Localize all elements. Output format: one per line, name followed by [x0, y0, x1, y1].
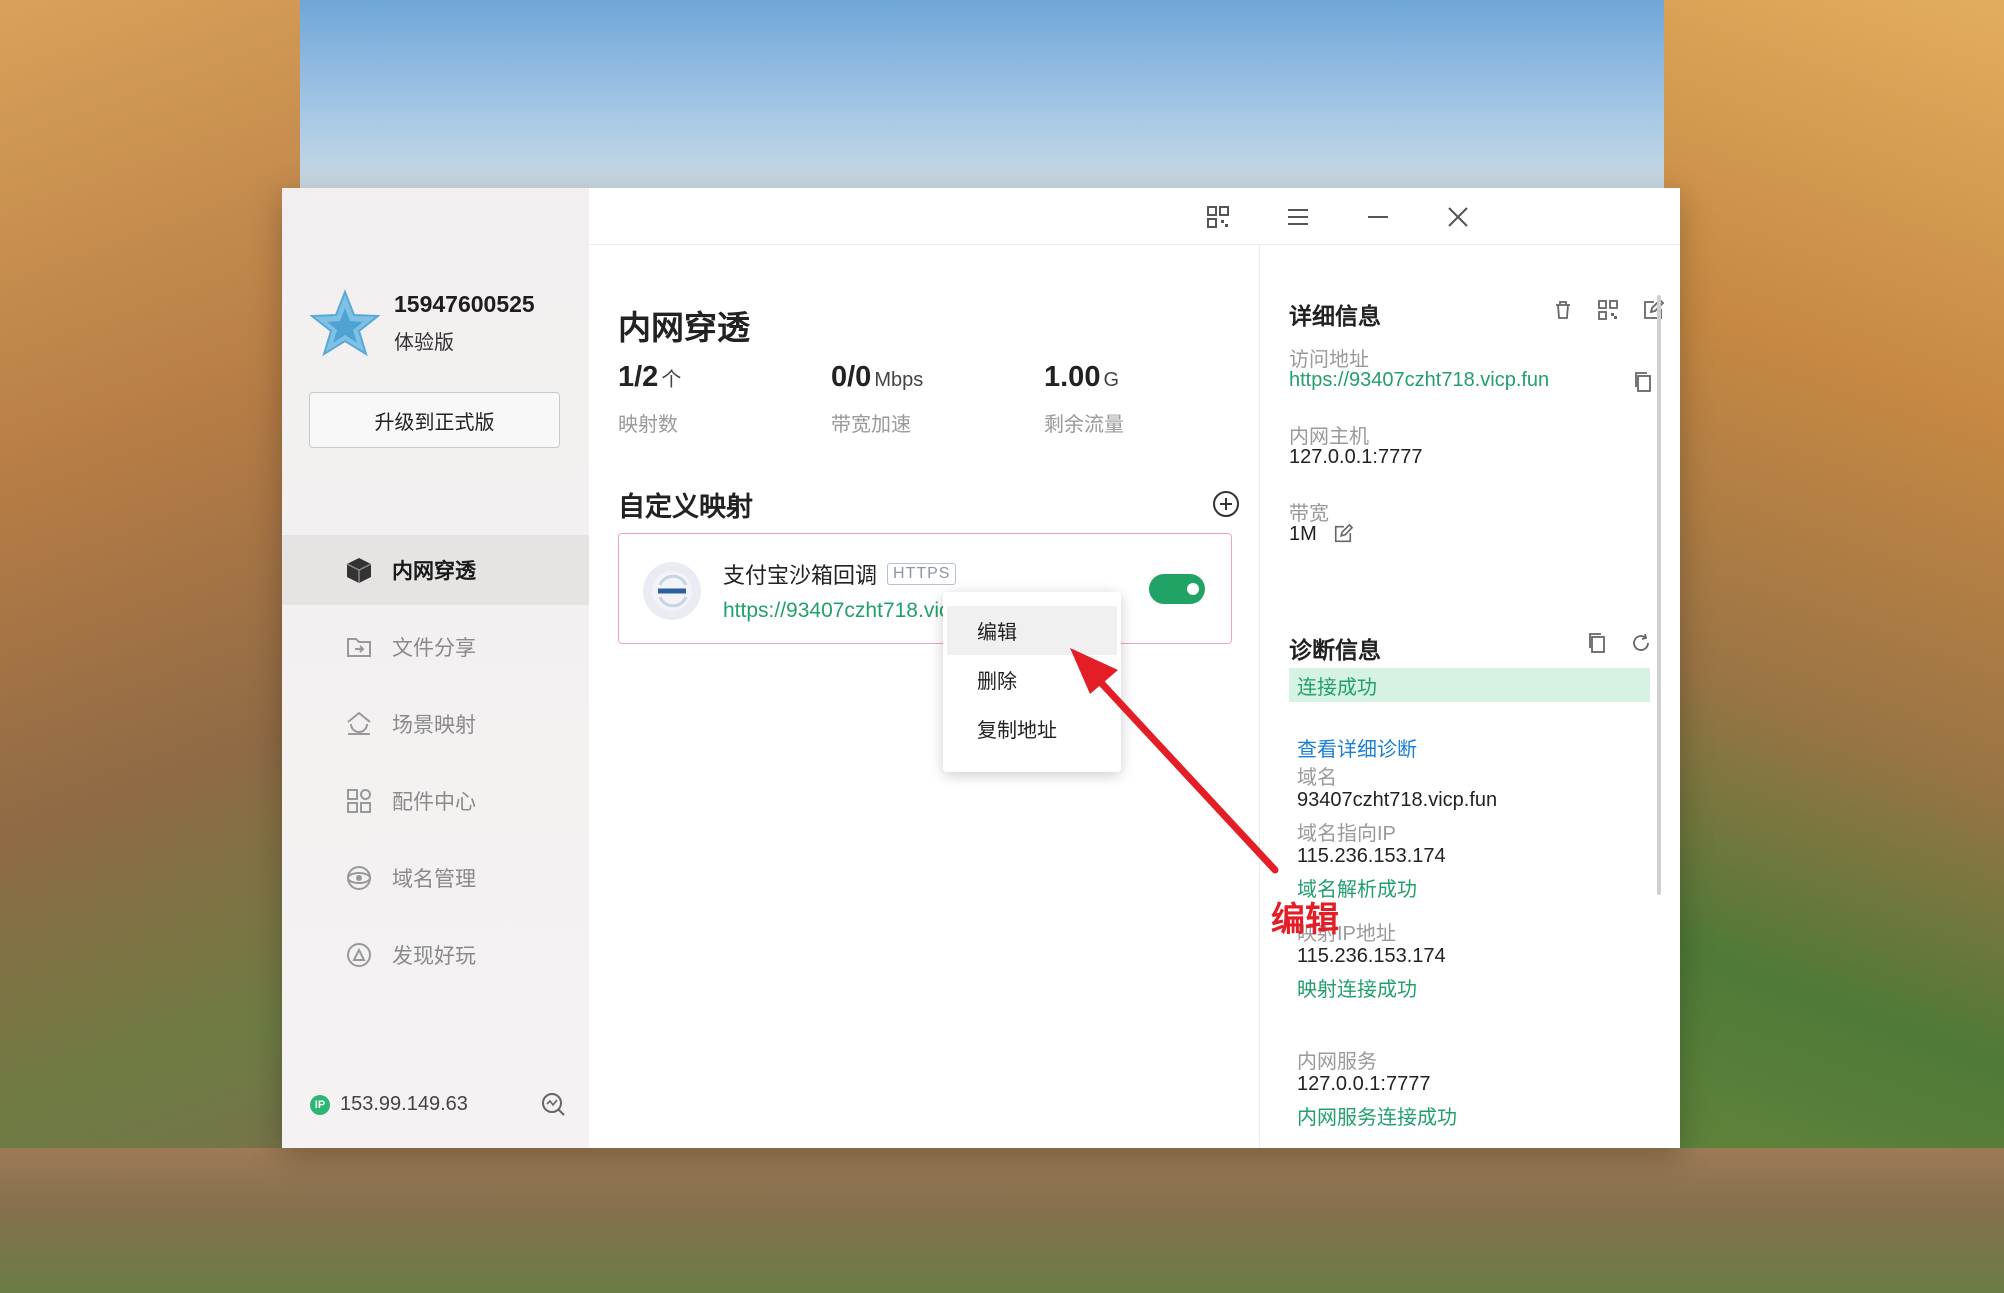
stat-traffic: 1.00 G 剩余流量	[1044, 361, 1257, 437]
domain-icon	[344, 863, 374, 893]
scene-icon	[344, 709, 374, 739]
mapping-toggle[interactable]	[1149, 574, 1205, 604]
bandwidth-label: 带宽	[1289, 503, 1329, 525]
copy-icon[interactable]	[1630, 369, 1656, 395]
diagnosis-title: 诊断信息	[1289, 637, 1381, 663]
annotation-label: 编辑	[1271, 901, 1339, 939]
ip-address: 153.99.149.63	[340, 1093, 468, 1115]
stat-value: 1.00	[1044, 361, 1101, 393]
grid-icon	[344, 786, 374, 816]
background-rock-left	[0, 0, 300, 1293]
title-bar	[589, 188, 1680, 245]
connection-status: 连接成功	[1289, 668, 1650, 702]
service-label: 内网服务	[1297, 1051, 1377, 1073]
sidebar-item-label: 场景映射	[392, 714, 476, 737]
host-label: 内网主机	[1289, 426, 1369, 448]
background-sky	[300, 0, 1664, 200]
stat-label: 剩余流量	[1044, 414, 1124, 436]
qrcode-icon[interactable]	[1203, 202, 1233, 232]
menu-icon[interactable]	[1283, 202, 1313, 232]
sidebar-item-label: 配件中心	[392, 791, 476, 814]
sidebar-item-domain[interactable]: 域名管理	[282, 843, 589, 913]
sidebar-item-scene[interactable]: 场景映射	[282, 689, 589, 759]
upgrade-button[interactable]: 升级到正式版	[309, 392, 560, 448]
detail-scrollbar[interactable]	[1657, 295, 1661, 895]
background-ground	[0, 1148, 2004, 1293]
refresh-icon[interactable]	[1628, 630, 1654, 656]
sidebar-item-file-share[interactable]: 文件分享	[282, 612, 589, 682]
trash-icon[interactable]	[1550, 297, 1576, 323]
discover-icon	[344, 940, 374, 970]
mapping-name-row: 支付宝沙箱回调 HTTPS	[723, 558, 957, 590]
minimize-icon[interactable]	[1363, 202, 1393, 232]
copy-icon[interactable]	[1584, 630, 1610, 656]
sidebar-item-label: 文件分享	[392, 637, 476, 660]
page-title: 内网穿透	[618, 309, 750, 346]
sidebar-item-intranet[interactable]: 内网穿透	[282, 535, 589, 605]
stat-unit: G	[1103, 369, 1120, 391]
bandwidth-value: 1M	[1289, 523, 1317, 545]
domain-ip-value: 115.236.153.174	[1297, 845, 1446, 867]
map-connect-status: 映射连接成功	[1297, 979, 1417, 1001]
map-ip-value: 115.236.153.174	[1297, 945, 1446, 967]
service-value: 127.0.0.1:7777	[1297, 1073, 1431, 1095]
stat-value: 0/0	[831, 361, 872, 393]
host-value: 127.0.0.1:7777	[1289, 446, 1423, 468]
sidebar-item-label: 域名管理	[392, 868, 476, 891]
protocol-badge: HTTPS	[887, 563, 957, 585]
stat-mappings: 1/2 个 映射数	[618, 361, 831, 437]
service-connect-status: 内网服务连接成功	[1297, 1107, 1457, 1129]
view-diagnosis-link[interactable]: 查看详细诊断	[1297, 733, 1417, 762]
user-phone: 15947600525	[394, 291, 535, 317]
annotation-arrow	[1070, 648, 1279, 874]
user-plan: 体验版	[394, 332, 454, 354]
detail-title: 详细信息	[1289, 303, 1381, 329]
sidebar-item-label: 发现好玩	[392, 945, 476, 968]
domain-value: 93407czht718.vicp.fun	[1297, 789, 1498, 811]
background-rock-right	[1664, 0, 2004, 1293]
cube-icon	[344, 555, 374, 585]
stats-row: 1/2 个 映射数 0/0 Mbps 带宽加速 1.00 G 剩余流量	[618, 361, 1257, 437]
sidebar-item-label: 内网穿透	[392, 560, 476, 583]
stat-value: 1/2	[618, 361, 659, 393]
stat-unit: 个	[661, 369, 682, 391]
folder-share-icon	[344, 632, 374, 662]
star-avatar-icon	[310, 289, 380, 357]
close-icon[interactable]	[1443, 202, 1473, 232]
sidebar: 15947600525 体验版 升级到正式版 内网穿透 文件分享 场景映射 配件…	[282, 188, 589, 1148]
edit-bandwidth-icon[interactable]	[1330, 521, 1356, 547]
stat-bandwidth: 0/0 Mbps 带宽加速	[831, 361, 1044, 437]
stat-label: 映射数	[618, 414, 678, 436]
edit-icon[interactable]	[1640, 297, 1666, 323]
sidebar-nav: 内网穿透 文件分享 场景映射 配件中心 域名管理 发现好玩	[282, 535, 589, 997]
user-profile: 15947600525 体验版	[310, 288, 535, 358]
ip-badge-icon: IP	[310, 1094, 330, 1115]
ip-lookup-icon[interactable]	[540, 1091, 566, 1117]
qrcode-icon[interactable]	[1595, 297, 1621, 323]
domain-label: 域名	[1297, 767, 1337, 789]
sidebar-item-discover[interactable]: 发现好玩	[282, 920, 589, 990]
mapping-name: 支付宝沙箱回调	[723, 563, 878, 588]
toggle-knob	[1187, 583, 1199, 595]
access-label: 访问地址	[1289, 349, 1369, 371]
browser-logo-icon	[643, 562, 701, 620]
access-url[interactable]: https://93407czht718.vicp.fun	[1289, 369, 1549, 392]
stat-unit: Mbps	[874, 369, 924, 391]
add-mapping-icon[interactable]	[1211, 489, 1241, 519]
domain-ip-label: 域名指向IP	[1297, 823, 1396, 845]
sidebar-item-accessories[interactable]: 配件中心	[282, 766, 589, 836]
mapping-card[interactable]: 支付宝沙箱回调 HTTPS https://93407czht718.vicp.…	[618, 533, 1232, 644]
detail-panel: 详细信息 访问地址 https://93407czht718.vicp.fun …	[1259, 245, 1680, 1148]
section-title: 自定义映射	[618, 492, 753, 522]
stat-label: 带宽加速	[831, 414, 911, 436]
mapping-url[interactable]: https://93407czht718.vicp.fun	[723, 599, 953, 623]
ip-address-bar: IP 153.99.149.63	[310, 1093, 468, 1116]
